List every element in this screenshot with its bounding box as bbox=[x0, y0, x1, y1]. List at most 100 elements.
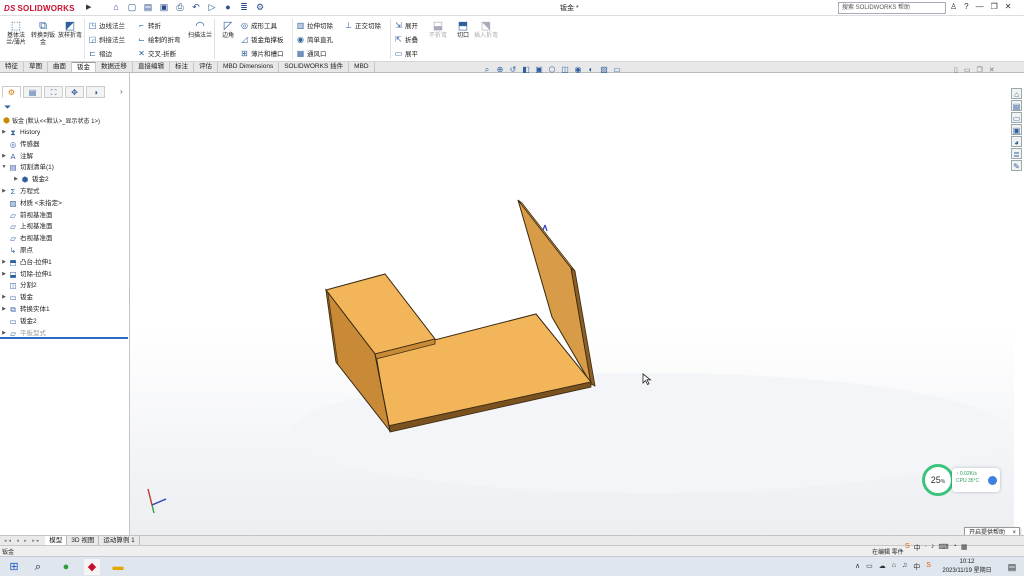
tab-10[interactable]: MBD bbox=[349, 62, 375, 72]
tab-4[interactable]: 数据迁移 bbox=[96, 62, 133, 72]
help-search-input[interactable]: 搜索 SOLIDWORKS 帮助 bbox=[838, 2, 946, 14]
app-green-icon[interactable]: ● bbox=[58, 559, 74, 575]
toolbox-icon[interactable]: ▦ bbox=[961, 543, 968, 553]
expand-arrow-icon[interactable]: ▶ bbox=[0, 269, 8, 281]
tree-item[interactable]: ▶ Σ 方程式 bbox=[0, 186, 128, 198]
miter-flange-button[interactable]: ◲ 斜接法兰 bbox=[88, 34, 125, 45]
tab-6[interactable]: 标注 bbox=[170, 62, 194, 72]
property-manager-tab-icon[interactable]: ▤ bbox=[23, 86, 42, 98]
rip-button[interactable]: ⬒ 切口 bbox=[451, 20, 475, 40]
user-icon[interactable]: ♙ bbox=[950, 2, 957, 11]
bottom-tab-0[interactable]: 模型 bbox=[45, 536, 68, 545]
simple-hole-button[interactable]: ◉ 简单直孔 bbox=[296, 34, 333, 45]
solidworks-logo[interactable]: DS SOLIDWORKS bbox=[4, 1, 75, 15]
tab-5[interactable]: 直接编辑 bbox=[133, 62, 170, 72]
unfold-button[interactable]: ⇲ 展开 bbox=[394, 20, 418, 31]
tree-item[interactable]: ▶ ⬒ 凸台-拉伸1 bbox=[0, 257, 128, 269]
tree-item[interactable]: ▱ 右视基准面 bbox=[0, 233, 128, 245]
tree-item[interactable]: ▶ A 注解 bbox=[0, 151, 128, 163]
help-icon[interactable]: ? bbox=[964, 2, 968, 11]
bottom-tab-1[interactable]: 3D 视图 bbox=[67, 536, 100, 545]
design-library-icon[interactable]: ▤ bbox=[1011, 100, 1022, 111]
open-folder-icon[interactable]: ▤ bbox=[142, 2, 154, 13]
traffic-light-icon[interactable]: ● bbox=[222, 2, 234, 13]
vent-button[interactable]: ▦ 通风口 bbox=[296, 48, 327, 59]
tree-root-part[interactable]: ⬢ 钣金 (默认<<默认>_显示状态 1>) bbox=[3, 116, 100, 125]
tab-2[interactable]: 曲面 bbox=[48, 62, 72, 72]
bottom-tab-2[interactable]: 运动算例 1 bbox=[99, 536, 140, 545]
edge-flange-button[interactable]: ◳ 边线法兰 bbox=[88, 20, 125, 31]
cpu-usage-ring[interactable]: 25% bbox=[922, 464, 954, 496]
punctuation-icon[interactable]: · bbox=[925, 543, 927, 553]
tree-item[interactable]: ▱ 上视基准面 bbox=[0, 221, 128, 233]
forum-icon[interactable]: ✎ bbox=[1011, 160, 1022, 171]
graphics-area[interactable] bbox=[130, 73, 1014, 535]
tree-item[interactable]: ▭ 钣金2 bbox=[0, 316, 128, 328]
normal-cut-button[interactable]: ⊥ 正交切除 bbox=[344, 20, 381, 31]
options-gear-icon[interactable]: ⚙ bbox=[254, 2, 266, 13]
tree-item[interactable]: ▶ ▭ 钣金 bbox=[0, 292, 128, 304]
tree-item[interactable]: ▨ 材质 <未指定> bbox=[0, 198, 128, 210]
expand-arrow-icon[interactable]: ▶ bbox=[0, 292, 8, 304]
corner-button[interactable]: ◸ 边角 bbox=[216, 20, 240, 40]
flatten-button[interactable]: ▭ 展平 bbox=[394, 48, 418, 59]
taskbar-clock[interactable]: 10:12 2023/11/19 星期日 bbox=[937, 558, 997, 576]
feature-manager-tab-icon[interactable]: ⚙ bbox=[2, 86, 21, 98]
tab-0[interactable]: 特征 bbox=[0, 62, 24, 72]
file-properties-icon[interactable]: ≣ bbox=[238, 2, 250, 13]
tree-item[interactable]: ▼ ▤ 切割清单(1) bbox=[0, 162, 128, 174]
solidworks-resources-icon[interactable]: ⌂ bbox=[1011, 88, 1022, 99]
perf-app-icon[interactable] bbox=[988, 476, 997, 485]
custom-properties-icon[interactable]: ≣ bbox=[1011, 148, 1022, 159]
network-icon[interactable]: ⌂ bbox=[892, 562, 896, 572]
sogou-ime-icon[interactable]: S bbox=[905, 543, 910, 553]
expand-arrow-icon[interactable]: ▶ bbox=[0, 186, 8, 198]
new-document-icon[interactable]: ▢ bbox=[126, 2, 138, 13]
expand-arrow-icon[interactable]: ▶ bbox=[0, 257, 8, 269]
search-icon[interactable]: ⌕ bbox=[30, 559, 46, 575]
tree-item[interactable]: ↳ 原点 bbox=[0, 245, 128, 257]
appearances-icon[interactable]: ◕ bbox=[1011, 136, 1022, 147]
tree-item[interactable]: ◎ 传感器 bbox=[0, 139, 128, 151]
insert-bends-button[interactable]: ⬔ 插入折弯 bbox=[474, 20, 498, 40]
display-manager-tab-icon[interactable]: ◑ bbox=[86, 86, 105, 98]
skin-icon[interactable]: ◔ bbox=[953, 543, 957, 553]
tray-sogou-icon[interactable]: S bbox=[926, 562, 931, 572]
solidworks-icon[interactable]: ◆ bbox=[84, 559, 100, 575]
sketched-bend-button[interactable]: ⌙ 绘制的折弯 bbox=[137, 34, 180, 45]
lofted-bend-button[interactable]: ◩ 放样折弯 bbox=[58, 20, 82, 40]
select-icon[interactable]: ▷ bbox=[206, 2, 218, 13]
menu-expand-icon[interactable]: ▶ bbox=[86, 3, 91, 11]
save-icon[interactable]: ▣ bbox=[158, 2, 170, 13]
cross-break-button[interactable]: ✕ 交叉-折断 bbox=[137, 48, 176, 59]
tab-slot-button[interactable]: ⊞ 薄片和槽口 bbox=[240, 48, 283, 59]
collapse-arrow-icon[interactable]: ▼ bbox=[0, 162, 8, 174]
extruded-cut-button[interactable]: ▥ 拉伸切除 bbox=[296, 20, 333, 31]
jog-button[interactable]: ⌐ 转折 bbox=[137, 20, 161, 31]
tab-9[interactable]: SOLIDWORKS 插件 bbox=[279, 62, 350, 72]
tab-scroll-arrows-icon[interactable]: ◂◂ ◂ ▸ ▸▸ bbox=[0, 538, 45, 544]
tree-item[interactable]: ▱ 前视基准面 bbox=[0, 210, 128, 222]
windows-start-icon[interactable]: ⊞ bbox=[6, 559, 22, 575]
configuration-manager-tab-icon[interactable]: ⛶ bbox=[44, 86, 63, 98]
tree-item[interactable]: ◫ 分割2 bbox=[0, 280, 128, 292]
undo-icon[interactable]: ↶ bbox=[190, 2, 202, 13]
tree-item[interactable]: ▶ ⧗ History bbox=[0, 127, 128, 139]
home-icon[interactable]: ⌂ bbox=[110, 2, 122, 13]
forming-tool-button[interactable]: ◎ 成形工具 bbox=[240, 20, 277, 31]
tab-1[interactable]: 草图 bbox=[24, 62, 48, 72]
tab-3[interactable]: 钣金 bbox=[72, 62, 96, 72]
expand-arrow-icon[interactable]: ▶ bbox=[12, 174, 20, 186]
tree-item[interactable]: ▶ ⬢ 钣金2 bbox=[0, 174, 128, 186]
view-palette-icon[interactable]: ▣ bbox=[1011, 124, 1022, 135]
hem-button[interactable]: ⊏ 褶边 bbox=[88, 48, 112, 59]
volume-icon[interactable]: ♫ bbox=[902, 562, 907, 572]
more-tabs-chevron-icon[interactable]: › bbox=[120, 87, 123, 96]
restore-icon[interactable]: ❐ bbox=[991, 2, 998, 11]
ime-mode-text[interactable]: 中 bbox=[914, 543, 921, 553]
base-flange-button[interactable]: ⬚ 基体法兰/薄片 bbox=[4, 20, 28, 47]
microphone-icon[interactable]: ♪ bbox=[931, 543, 935, 553]
notification-icon[interactable]: ▤ bbox=[1004, 559, 1020, 575]
tray-ime-text[interactable]: 中 bbox=[913, 562, 920, 572]
tab-7[interactable]: 评估 bbox=[194, 62, 218, 72]
